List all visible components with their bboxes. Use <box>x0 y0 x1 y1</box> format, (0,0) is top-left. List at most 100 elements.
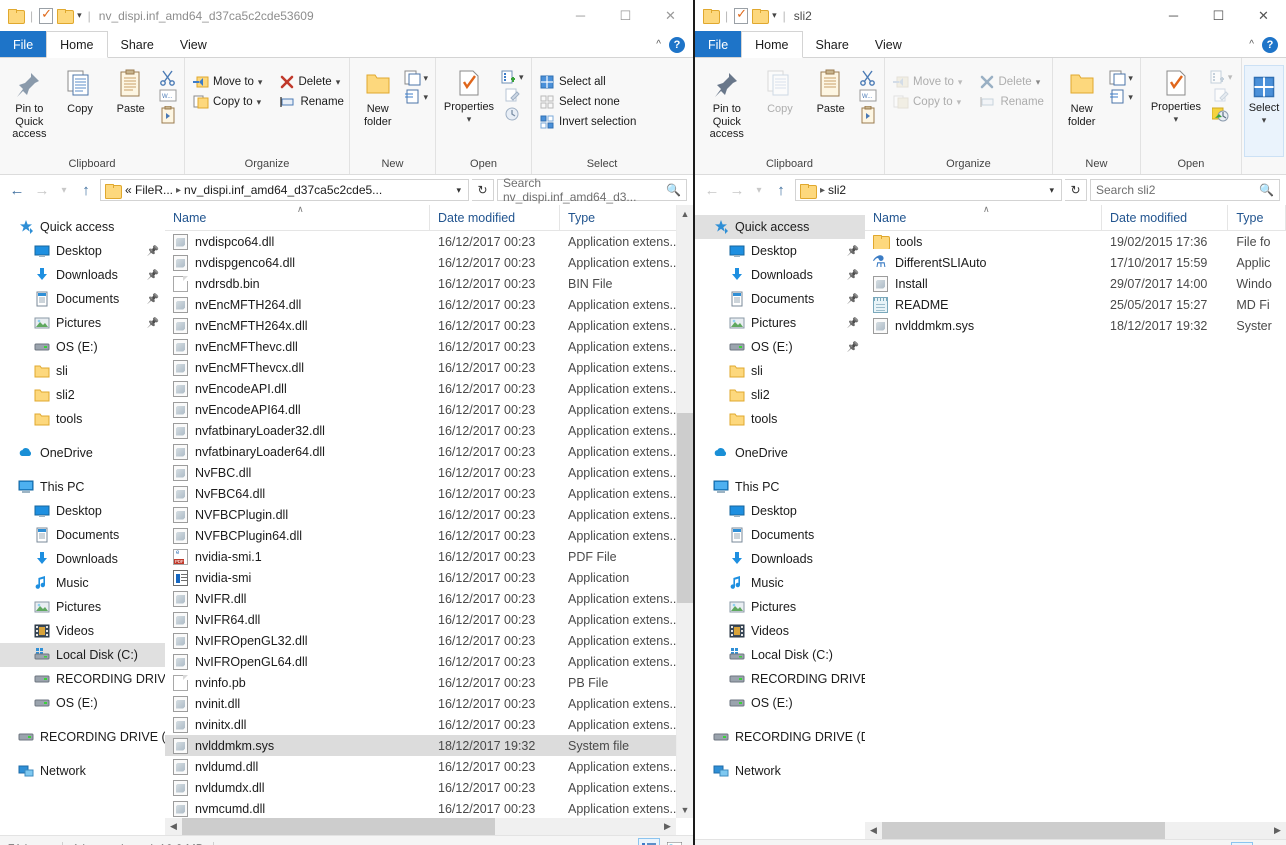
nav-item-recording-drive-right[interactable]: RECORDING DRIVE <box>695 667 865 691</box>
chevron-down-icon[interactable]: ▾ <box>423 73 428 84</box>
folder-icon[interactable] <box>8 9 24 22</box>
file-row[interactable]: NvIFROpenGL32.dll16/12/2017 00:23Applica… <box>165 630 693 651</box>
properties-button-right[interactable]: Properties ▾ <box>1145 64 1207 124</box>
ribbon-help-area-right[interactable]: ^ ? <box>1249 31 1286 58</box>
chevron-down-icon[interactable]: ▾ <box>519 72 524 83</box>
tab-view-left[interactable]: View <box>167 31 220 58</box>
breadcrumb-right[interactable]: ▸ sli2 <box>820 183 1042 197</box>
nav-item-downloads-left[interactable]: Downloads <box>0 547 165 571</box>
copy-button-left[interactable]: Copy <box>55 64 106 116</box>
minimize-button-right[interactable]: ─ <box>1151 0 1196 31</box>
file-row[interactable]: nvinfo.pb16/12/2017 00:23PB File <box>165 672 693 693</box>
file-row[interactable]: nvdispco64.dll16/12/2017 00:23Applicatio… <box>165 231 693 252</box>
move-to-button-right[interactable]: Move to ▾ <box>889 73 966 91</box>
maximize-button-right[interactable]: ☐ <box>1196 0 1241 31</box>
address-bar-right[interactable]: ← → ▾ ↑ ▸ sli2 ▾ ↻ Search sli2 🔍 <box>695 175 1286 205</box>
pin-icon[interactable]: 📌 <box>147 294 159 305</box>
file-row[interactable]: nvinitx.dll16/12/2017 00:23Application e… <box>165 714 693 735</box>
file-row[interactable]: nvldumdx.dll16/12/2017 00:23Application … <box>165 777 693 798</box>
view-buttons-left[interactable] <box>638 838 685 845</box>
title-bar-left[interactable]: | ▾ | nv_dispi.inf_amd64_d37ca5c2cde5360… <box>0 0 693 31</box>
file-row[interactable]: nvfatbinaryLoader32.dll16/12/2017 00:23A… <box>165 420 693 441</box>
file-row[interactable]: NvFBC.dll16/12/2017 00:23Application ext… <box>165 462 693 483</box>
file-row[interactable]: NvIFR64.dll16/12/2017 00:23Application e… <box>165 609 693 630</box>
scroll-left-arrow-icon[interactable]: ◀ <box>165 821 182 832</box>
column-header-name-right[interactable]: Name∧ <box>865 205 1102 231</box>
breadcrumb-item-0[interactable]: « FileR... <box>125 183 173 197</box>
close-button-left[interactable]: ✕ <box>648 0 693 31</box>
maximize-button-left[interactable]: ☐ <box>603 0 648 31</box>
properties-button-left[interactable]: Properties ▾ <box>440 64 498 124</box>
column-header-name-left[interactable]: Name∧ <box>165 205 430 231</box>
copy-path-icon[interactable]: W... <box>159 89 177 103</box>
file-row[interactable]: tools19/02/2015 17:36File fo <box>865 231 1286 252</box>
customize-caret-icon[interactable]: ▾ <box>77 10 82 21</box>
nav-item-sli-right[interactable]: sli <box>695 359 865 383</box>
nav-item-downloads-right[interactable]: Downloads📌 <box>695 263 865 287</box>
tab-file-left[interactable]: File <box>0 31 46 58</box>
column-header-date-modified-left[interactable]: Date modified <box>430 205 560 231</box>
history-icon[interactable] <box>504 106 520 121</box>
help-icon[interactable]: ? <box>1262 37 1278 53</box>
copy-to-button-left[interactable]: Copy to ▾ <box>189 93 266 111</box>
file-row[interactable]: nvldumd.dll16/12/2017 00:23Application e… <box>165 756 693 777</box>
caption-buttons-left[interactable]: ─ ☐ ✕ <box>558 0 693 31</box>
pin-icon[interactable]: 📌 <box>847 318 859 329</box>
horizontal-scrollbar-left[interactable]: ◀ ▶ <box>165 818 676 835</box>
chevron-down-icon[interactable]: ▾ <box>1228 72 1233 83</box>
ribbon-tabs-right[interactable]: File Home Share View ^ ? <box>695 31 1286 58</box>
folder-icon[interactable] <box>703 9 719 22</box>
copy-to-button-right[interactable]: Copy to ▾ <box>889 93 966 111</box>
breadcrumb-item-1[interactable]: nv_dispi.inf_amd64_d37ca5c2cde5... <box>184 183 382 197</box>
large-icons-view-button-left[interactable] <box>663 838 685 845</box>
file-row[interactable]: NvIFROpenGL64.dll16/12/2017 00:23Applica… <box>165 651 693 672</box>
vertical-scrollbar-left[interactable]: ▲ ▼ <box>676 205 693 818</box>
nav-item-this-pc-right[interactable]: This PC <box>695 475 865 499</box>
new-item-icon[interactable] <box>404 70 421 86</box>
nav-item-recording-drive-left[interactable]: RECORDING DRIVE <box>0 667 165 691</box>
nav-item-videos-right[interactable]: Videos <box>695 619 865 643</box>
nav-item-onedrive-right[interactable]: OneDrive <box>695 441 865 465</box>
file-row[interactable]: nvlddmkm.sys18/12/2017 19:32Syster <box>865 315 1286 336</box>
easy-access-icon[interactable] <box>404 89 421 105</box>
file-row[interactable]: nvinit.dll16/12/2017 00:23Application ex… <box>165 693 693 714</box>
up-button-right[interactable]: ↑ <box>770 179 792 201</box>
chevron-down-icon[interactable]: ▾ <box>1262 115 1267 125</box>
column-header-type-left[interactable]: Type <box>560 205 685 231</box>
file-row[interactable]: nvEncMFThevc.dll16/12/2017 00:23Applicat… <box>165 336 693 357</box>
file-row[interactable]: NVFBCPlugin.dll16/12/2017 00:23Applicati… <box>165 504 693 525</box>
nav-item-sli-left[interactable]: sli <box>0 359 165 383</box>
chevron-down-icon[interactable]: ▾ <box>1128 92 1133 103</box>
pin-to-quick-access-button-right[interactable]: Pin to Quick access <box>699 64 755 141</box>
new-folder-icon[interactable] <box>57 9 73 22</box>
cut-icon[interactable] <box>859 70 877 86</box>
scroll-right-arrow-icon[interactable]: ▶ <box>659 821 676 832</box>
history-icon[interactable] <box>1212 106 1230 122</box>
nav-item-videos-left[interactable]: Videos <box>0 619 165 643</box>
refresh-button-right[interactable]: ↻ <box>1065 179 1087 201</box>
scroll-left-arrow-icon[interactable]: ◀ <box>865 825 882 836</box>
chevron-down-icon[interactable]: ▾ <box>336 77 341 88</box>
file-row[interactable]: nvidia-smi16/12/2017 00:23Application <box>165 567 693 588</box>
file-row[interactable]: NVFBCPlugin64.dll16/12/2017 00:23Applica… <box>165 525 693 546</box>
tab-home-right[interactable]: Home <box>741 31 802 58</box>
nav-item-local-disk-c-left[interactable]: Local Disk (C:) <box>0 643 165 667</box>
nav-item-os-e-right[interactable]: OS (E:) <box>695 691 865 715</box>
properties-icon[interactable] <box>39 8 53 24</box>
properties-icon[interactable] <box>734 8 748 24</box>
nav-item-recording-drive-d-right[interactable]: RECORDING DRIVE (D <box>695 725 865 749</box>
tab-view-right[interactable]: View <box>862 31 915 58</box>
up-button-left[interactable]: ↑ <box>75 179 97 201</box>
pin-icon[interactable]: 📌 <box>847 246 859 257</box>
nav-item-pictures-left[interactable]: Pictures📌 <box>0 311 165 335</box>
address-dropdown-icon[interactable]: ▾ <box>1046 185 1057 196</box>
recent-locations-icon[interactable]: ▾ <box>751 179 767 201</box>
address-path-box-right[interactable]: ▸ sli2 ▾ <box>795 179 1062 201</box>
vertical-scroll-thumb-left[interactable] <box>677 413 693 603</box>
new-folder-button-right[interactable]: New folder <box>1057 64 1106 128</box>
edit-icon[interactable] <box>504 88 520 103</box>
back-button-right[interactable]: ← <box>701 179 723 201</box>
file-row[interactable]: nvdrsdb.bin16/12/2017 00:23BIN File <box>165 273 693 294</box>
caption-buttons-right[interactable]: ─ ☐ ✕ <box>1151 0 1286 31</box>
nav-item-documents-left[interactable]: Documents📌 <box>0 287 165 311</box>
